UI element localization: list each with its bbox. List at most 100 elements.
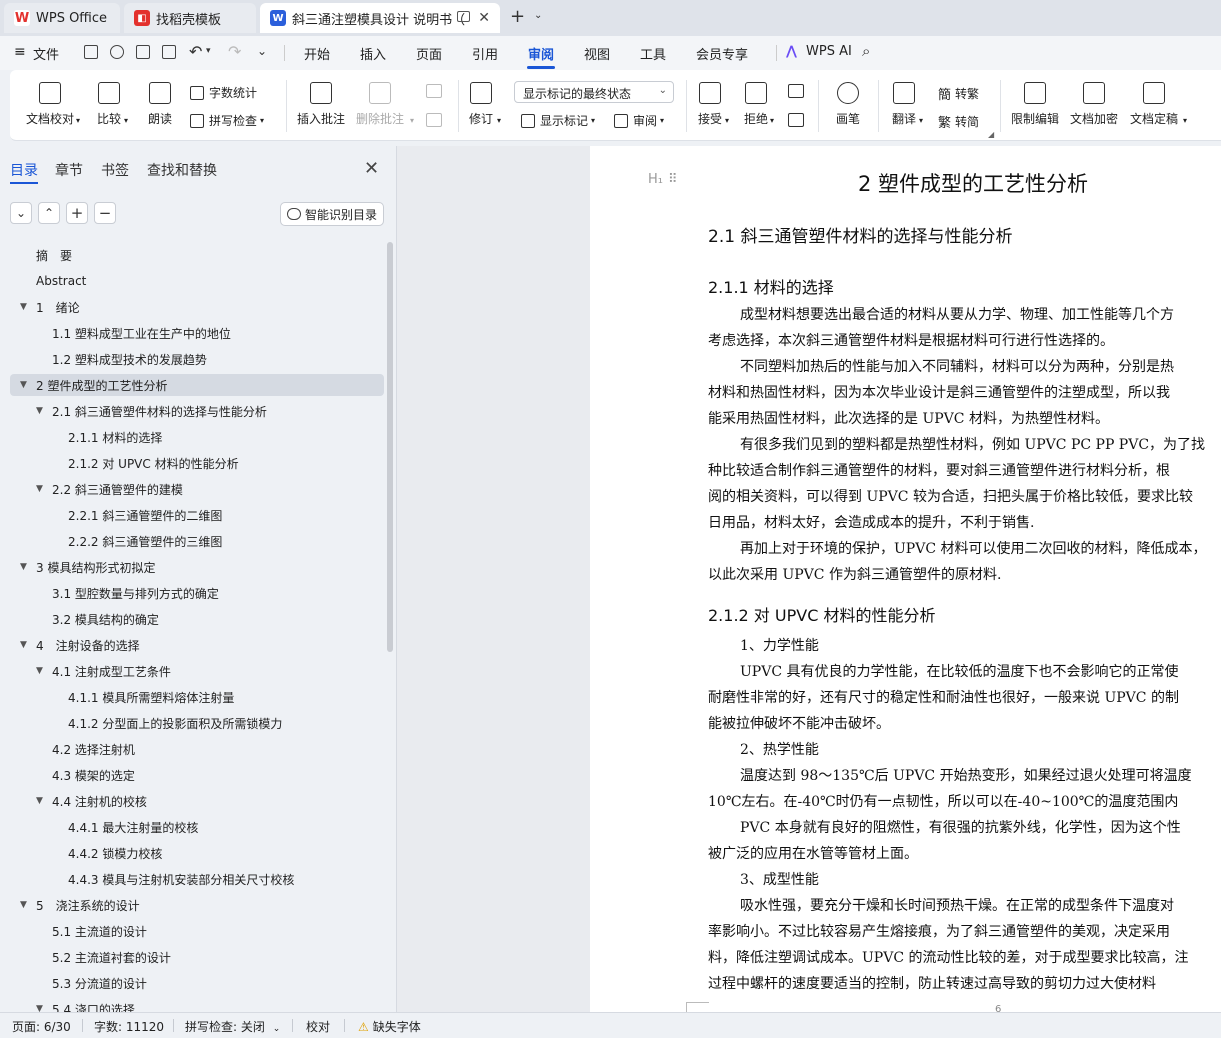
previous-change-icon[interactable] (788, 84, 804, 98)
menu-page[interactable]: 页面 (416, 44, 442, 63)
toc-item[interactable]: 4.1.2 分型面上的投影面积及所需锁模力 (10, 712, 384, 734)
nav-tab-toc[interactable]: 目录 (10, 160, 38, 180)
status-missing-font[interactable]: ⚠ 缺失字体 (358, 1018, 421, 1035)
toc-item[interactable]: ▼ 2 塑件成型的工艺性分析 (10, 374, 384, 396)
undo-dropdown-icon[interactable]: ▾ (206, 46, 211, 56)
toc-item[interactable]: 3.2 模具结构的确定 (10, 608, 384, 630)
hamburger-menu-icon[interactable]: ≡ (14, 44, 26, 60)
toc-scrollbar[interactable] (387, 242, 393, 652)
dropdown-arrow-icon[interactable]: ▾ (725, 116, 729, 125)
toc-item[interactable]: 5.1 主流道的设计 (10, 920, 384, 942)
expand-caret-icon[interactable]: ▼ (36, 796, 43, 806)
expand-caret-icon[interactable]: ▼ (20, 380, 27, 390)
undo-icon[interactable]: ↶ (189, 42, 202, 61)
show-markup-button[interactable]: 显示标记 ▾ (521, 112, 595, 129)
share-icon[interactable] (110, 45, 124, 59)
toc-item[interactable]: 4.3 模架的选定 (10, 764, 384, 786)
redo-icon[interactable]: ↷ (228, 42, 241, 61)
finalize-doc-button[interactable]: 文档定稿 (1130, 82, 1178, 127)
expand-caret-icon[interactable]: ▼ (20, 302, 27, 312)
document-page[interactable]: H₁ ⠿ 2 塑件成型的工艺性分析 2.1 斜三通管塑件材料的选择与性能分析 2… (590, 146, 1221, 1015)
read-aloud-button[interactable]: 朗读 (148, 82, 172, 127)
toc-item[interactable]: 1.2 塑料成型技术的发展趋势 (10, 348, 384, 370)
insert-comment-button[interactable]: 插入批注 (297, 82, 345, 127)
accept-button[interactable]: 接受 (698, 82, 722, 127)
toc-item[interactable]: ▼ 4 注射设备的选择 (10, 634, 384, 656)
close-tab-icon[interactable]: ✕ (478, 10, 490, 26)
next-comment-icon[interactable] (426, 113, 442, 127)
toc-item[interactable]: 4.4.2 锁模力校核 (10, 842, 384, 864)
to-traditional-button[interactable]: 簡 转繁 (938, 84, 979, 103)
toc-item[interactable]: 5.3 分流道的设计 (10, 972, 384, 994)
toc-item[interactable]: 摘 要 (10, 244, 384, 266)
reject-button[interactable]: 拒绝 (744, 82, 768, 127)
expand-caret-icon[interactable]: ▼ (20, 562, 27, 572)
status-page[interactable]: 页面: 6/30 (12, 1018, 71, 1035)
toc-item[interactable]: ▼ 2.2 斜三通管塑件的建模 (10, 478, 384, 500)
heading-level-marker[interactable]: H₁ (648, 172, 663, 187)
promote-chevron-up-icon[interactable]: ⌃ (38, 202, 60, 224)
dropdown-arrow-icon[interactable]: ▾ (260, 116, 264, 125)
nav-tab-bookmarks[interactable]: 书签 (101, 160, 129, 180)
dropdown-arrow-icon[interactable]: ▾ (124, 116, 128, 125)
next-change-icon[interactable] (788, 113, 804, 127)
toc-item[interactable]: ▼ 5 浇注系统的设计 (10, 894, 384, 916)
dropdown-arrow-icon[interactable]: ▾ (497, 116, 501, 125)
print-preview-icon[interactable] (162, 45, 176, 59)
toc-item[interactable]: ▼ 4.4 注射机的校核 (10, 790, 384, 812)
doc-proof-button[interactable]: 文档校对 (26, 82, 74, 127)
restrict-edit-button[interactable]: 限制编辑 (1011, 82, 1059, 127)
demote-chevron-down-icon[interactable]: ⌄ (10, 202, 32, 224)
tab-wps-office[interactable]: W WPS Office (4, 3, 120, 33)
smart-toc-button[interactable]: 智能识别目录 (280, 202, 384, 226)
to-simplified-button[interactable]: 繁 转简 (938, 112, 979, 131)
menu-member[interactable]: 会员专享 (696, 44, 748, 63)
pen-button[interactable]: 画笔 (836, 82, 860, 127)
spell-check-button[interactable]: 拼写检查 ▾ (190, 112, 264, 129)
review-pane-button[interactable]: 审阅 ▾ (614, 112, 664, 129)
menu-home[interactable]: 开始 (304, 44, 330, 63)
expand-caret-icon[interactable]: ▼ (36, 666, 43, 676)
nav-tab-find-replace[interactable]: 查找和替换 (147, 160, 217, 180)
dropdown-arrow-icon[interactable]: ▾ (919, 116, 923, 125)
encrypt-doc-button[interactable]: 文档加密 (1070, 82, 1118, 127)
close-pane-icon[interactable]: ✕ (364, 158, 379, 179)
toc-item[interactable]: ▼ 5.4 浇口的选择 (10, 998, 384, 1013)
track-changes-button[interactable]: 修订 (469, 82, 493, 127)
drag-handle-icon[interactable]: ⠿ (668, 172, 678, 187)
toc-item[interactable]: 4.2 选择注射机 (10, 738, 384, 760)
expand-caret-icon[interactable]: ▼ (36, 484, 43, 494)
compare-button[interactable]: 比较 (97, 82, 121, 127)
chevron-down-icon[interactable]: ⌄ (534, 10, 542, 21)
group-expand-icon[interactable]: ◢ (988, 130, 994, 139)
toc-item[interactable]: 2.1.1 材料的选择 (10, 426, 384, 448)
menu-tools[interactable]: 工具 (640, 44, 666, 63)
screen-icon[interactable] (457, 11, 470, 22)
expand-caret-icon[interactable]: ▼ (20, 900, 27, 910)
new-tab-plus-icon[interactable]: + (510, 8, 525, 26)
dropdown-arrow-icon[interactable]: ▾ (76, 116, 80, 125)
more-chevron-icon[interactable]: ⌄ (257, 44, 267, 58)
remove-heading-icon[interactable]: − (94, 202, 116, 224)
dropdown-arrow-icon[interactable]: ▾ (770, 116, 774, 125)
nav-tab-chapters[interactable]: 章节 (55, 160, 83, 180)
menu-insert[interactable]: 插入 (360, 44, 386, 63)
dropdown-arrow-icon[interactable]: ▾ (1183, 116, 1187, 125)
tab-document[interactable]: W 斜三通注塑模具设计 说明书（ ✕ (260, 3, 500, 33)
add-heading-icon[interactable]: + (66, 202, 88, 224)
toc-item[interactable]: 4.1.1 模具所需塑料熔体注射量 (10, 686, 384, 708)
toc-item[interactable]: 4.4.1 最大注射量的校核 (10, 816, 384, 838)
dropdown-arrow-icon[interactable]: ▾ (410, 116, 414, 125)
expand-caret-icon[interactable]: ▼ (36, 1004, 43, 1012)
toc-item[interactable]: Abstract (10, 270, 384, 292)
tab-template-store[interactable]: ◧ 找稻壳模板 (124, 3, 256, 33)
save-icon[interactable] (84, 45, 98, 59)
menu-references[interactable]: 引用 (472, 44, 498, 63)
dropdown-arrow-icon[interactable]: ▾ (591, 116, 595, 125)
toc-item[interactable]: ▼ 3 模具结构形式初拟定 (10, 556, 384, 578)
status-spell-check[interactable]: 拼写检查: 关闭 ⌄ (185, 1018, 280, 1035)
menu-file[interactable]: 文件 (33, 44, 59, 63)
toc-item[interactable]: ▼ 2.1 斜三通管塑件材料的选择与性能分析 (10, 400, 384, 422)
word-count-button[interactable]: 字数统计 (190, 84, 257, 101)
menu-review[interactable]: 审阅 (528, 44, 554, 63)
